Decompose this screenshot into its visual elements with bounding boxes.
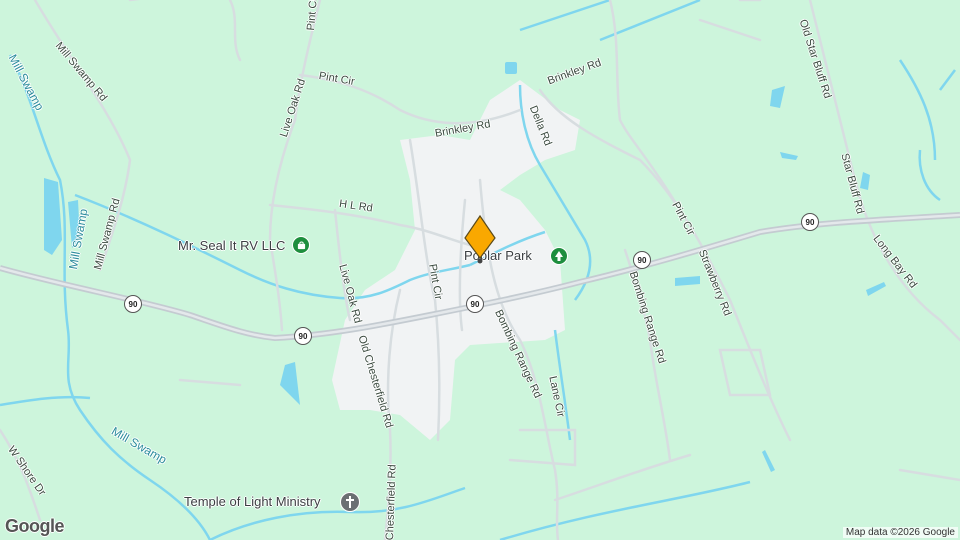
poi-temple-of-light-ministry[interactable]: Temple of Light Ministry	[184, 494, 321, 509]
poi-mr-seal-it-rv[interactable]: Mr. Seal It RV LLC	[178, 238, 285, 253]
google-logo[interactable]: Google	[5, 516, 65, 537]
map-attribution[interactable]: Map data ©2026 Google	[842, 527, 958, 538]
cross-icon[interactable]	[340, 492, 360, 512]
tree-icon[interactable]	[550, 247, 568, 265]
poi-label: Mr. Seal It RV LLC	[178, 238, 286, 253]
highway-shield-90: 90	[801, 213, 819, 231]
highway-shield-90: 90	[124, 295, 142, 313]
highway-shield-90: 90	[633, 251, 651, 269]
poi-label: Temple of Light Ministry	[184, 494, 321, 509]
highway-shield-90: 90	[466, 295, 484, 313]
diamond-location-marker-icon[interactable]	[463, 214, 497, 269]
map-canvas[interactable]: Old Star Bluff Rd Brinkley Rd Brinkley R…	[0, 0, 960, 540]
highway-shield-90: 90	[294, 327, 312, 345]
shopping-bag-icon[interactable]	[292, 236, 310, 254]
